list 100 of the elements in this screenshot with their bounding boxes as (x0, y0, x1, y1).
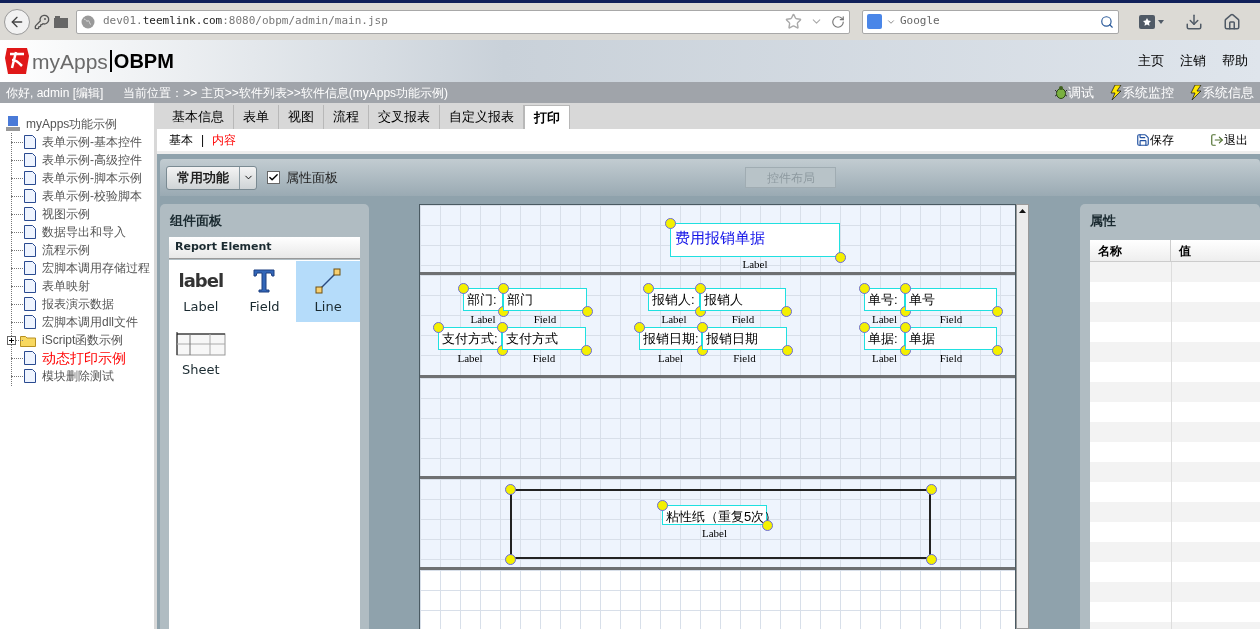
document-icon (24, 135, 36, 149)
tree-item[interactable]: 报表演示数据 (42, 295, 114, 313)
label-element[interactable]: 支付方式: (438, 327, 502, 350)
resize-handle[interactable] (900, 322, 911, 333)
url-text: dev01.teemlink.com:8080/obpm/admin/main.jsp (103, 13, 388, 30)
resize-handle[interactable] (665, 218, 676, 229)
tree-item[interactable]: 表单示例-基本控件 (42, 133, 142, 151)
field-element[interactable]: 部门 (503, 288, 587, 311)
resize-handle[interactable] (697, 322, 708, 333)
label-element[interactable]: 单据: (864, 327, 905, 350)
resize-handle[interactable] (505, 484, 516, 495)
subtab-link[interactable]: 基本 (169, 131, 193, 149)
resize-handle[interactable] (634, 322, 645, 333)
palette-item[interactable]: label Label (169, 261, 233, 322)
breadcrumb-text: 当前位置：>> 主页>>软件列表>>软件信息(myApps功能示例) (123, 84, 449, 102)
logo-icon (4, 46, 30, 76)
resize-handle[interactable] (859, 283, 870, 294)
search-icon[interactable] (1100, 14, 1114, 29)
label-element[interactable]: 报销人: (648, 288, 700, 311)
home-icon[interactable] (1223, 12, 1241, 31)
tree-item[interactable]: 表单映射 (42, 277, 90, 295)
resize-handle[interactable] (782, 345, 793, 356)
resize-handle[interactable] (497, 322, 508, 333)
resize-handle[interactable] (859, 322, 870, 333)
back-button[interactable] (4, 8, 30, 35)
tree-item[interactable]: 数据导出和导入 (42, 223, 126, 241)
label-element[interactable]: 费用报销单据 (670, 223, 840, 257)
tree-root-label[interactable]: myApps功能示例 (26, 114, 118, 133)
resize-handle[interactable] (505, 554, 516, 565)
resize-handle[interactable] (657, 500, 668, 511)
tree-item[interactable]: 表单示例-高级控件 (42, 151, 142, 169)
resize-handle[interactable] (835, 252, 846, 263)
field-element[interactable]: 报销人 (700, 288, 786, 311)
column-header: 名称 (1090, 240, 1171, 261)
tree-item[interactable]: 表单示例-校验脚本 (42, 187, 142, 205)
logo-text: myApps (32, 50, 108, 72)
resize-handle[interactable] (762, 520, 773, 531)
palette-item[interactable]: Line (296, 261, 360, 322)
document-icon (24, 297, 36, 311)
checkbox[interactable] (267, 171, 280, 184)
element-type-caption: Field (532, 314, 558, 325)
tree-item[interactable]: 宏脚本调用存储过程 (42, 259, 150, 277)
vertical-scrollbar[interactable] (1016, 204, 1029, 629)
document-icon (24, 279, 36, 293)
greeting-text: 你好, admin [编辑] (6, 84, 104, 102)
search-input[interactable]: Google (900, 13, 1096, 30)
field-element[interactable]: 单据 (905, 327, 997, 350)
search-field[interactable]: Google (862, 9, 1119, 34)
palette-item[interactable]: Field (232, 261, 297, 322)
header-link[interactable]: 主页 (1138, 51, 1164, 71)
resize-handle[interactable] (992, 345, 1003, 356)
header-link[interactable]: 注销 (1180, 51, 1206, 71)
resize-handle[interactable] (498, 283, 509, 294)
resize-handle[interactable] (781, 306, 792, 317)
resize-handle[interactable] (926, 554, 937, 565)
reload-icon[interactable] (831, 14, 845, 29)
resize-handle[interactable] (458, 283, 469, 294)
resize-handle[interactable] (900, 283, 911, 294)
resize-handle[interactable] (926, 484, 937, 495)
tree-item[interactable]: 动态打印示例 (42, 347, 126, 369)
element-type-caption: Label (469, 314, 497, 325)
field-element[interactable]: 支付方式 (502, 327, 586, 350)
subtab-separator: | (201, 132, 205, 149)
element-type-caption: Field (732, 353, 757, 364)
download-icon[interactable] (1185, 12, 1203, 31)
tree-item[interactable]: 表单示例-脚本示例 (42, 169, 142, 187)
tree-item[interactable]: 模块删除测试 (42, 367, 114, 385)
element-type-caption: Label (660, 314, 688, 325)
label-element[interactable]: 单号: (864, 288, 905, 311)
tree-item[interactable]: 流程示例 (42, 241, 90, 259)
line-icon (315, 268, 342, 294)
expand-toggle[interactable] (7, 335, 16, 345)
tab[interactable]: 打印 (524, 105, 570, 129)
document-icon (24, 171, 36, 185)
label-element[interactable]: 部门: (463, 288, 503, 311)
bookmarks-icon[interactable] (1139, 14, 1165, 29)
resize-handle[interactable] (433, 322, 444, 333)
bookmark-star-icon[interactable] (785, 13, 802, 30)
resize-handle[interactable] (643, 283, 654, 294)
element-type-caption: Field (531, 353, 557, 364)
tree-item[interactable]: iScript函数示例 (42, 331, 124, 349)
resize-handle[interactable] (582, 306, 593, 317)
save-button[interactable]: 保存 (1136, 131, 1174, 149)
resize-handle[interactable] (581, 345, 592, 356)
label-icon: label (178, 272, 224, 290)
header-link[interactable]: 帮助 (1222, 51, 1248, 71)
label-element[interactable]: 报销日期: (639, 327, 702, 350)
frame-rectangle[interactable] (510, 489, 931, 559)
field-element[interactable]: 单号 (905, 288, 997, 311)
page-info-icon (54, 15, 68, 28)
tree-item[interactable]: 视图示例 (42, 205, 90, 223)
resize-handle[interactable] (992, 306, 1003, 317)
resize-handle[interactable] (695, 283, 706, 294)
tree-item[interactable]: 宏脚本调用dll文件 (42, 313, 138, 331)
palette-item[interactable]: Sheet (169, 324, 233, 385)
address-field[interactable]: dev01.teemlink.com:8080/obpm/admin/main.jsp (76, 9, 850, 34)
exit-button[interactable]: 退出 (1210, 131, 1248, 149)
field-element[interactable]: 报销日期 (702, 327, 787, 350)
globe-icon (81, 14, 95, 29)
subtab-link[interactable]: 内容 (212, 131, 237, 149)
